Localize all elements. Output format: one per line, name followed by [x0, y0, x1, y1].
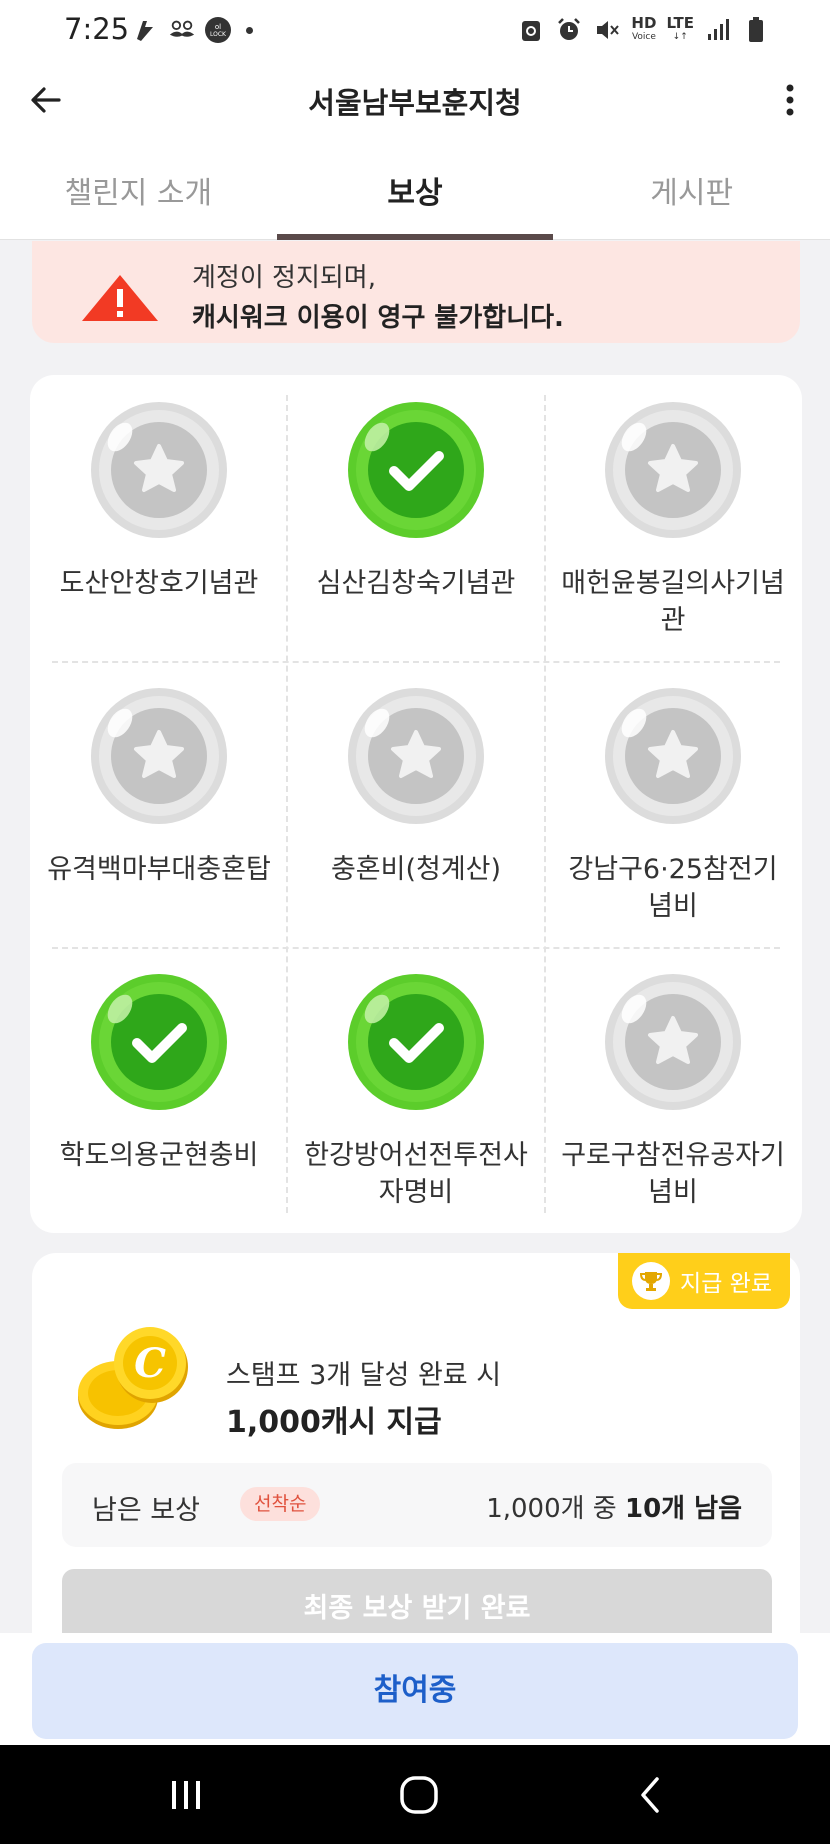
home-button[interactable] [389, 1769, 449, 1821]
stamp-label: 구로구참전유공자기념비 [561, 1140, 785, 1208]
status-right-icons: HD Voice LTE ↓↑ [517, 16, 770, 44]
stamp-label: 충혼비(청계산) [330, 854, 502, 885]
stamp-item[interactable]: 매헌윤봉길의사기념관 [544, 375, 802, 661]
svg-text:LOCK: LOCK [210, 31, 227, 38]
stamp-label: 강남구6·25참전기념비 [568, 854, 778, 922]
lte-icon: LTE ↓↑ [666, 14, 694, 43]
reward-card: 지급 완료 C 스탬프 3개 달성 완료 시 1,000캐시 지급 남은 보상 … [32, 1253, 800, 1633]
first-come-badge: 선착순 [240, 1487, 321, 1521]
remaining-count: 1,000개 중 10개 남음 [486, 1494, 742, 1524]
warning-line-1: 계정이 정지되며, [192, 263, 376, 293]
stamp-item[interactable]: 학도의용군현충비 [30, 947, 288, 1233]
warning-banner: 계정이 정지되며, 캐시워크 이용이 영구 불가합니다. [32, 241, 800, 343]
stamp-star-icon [90, 401, 228, 539]
tab-bar: 챌린지 소개 보상 게시판 [0, 140, 830, 240]
system-nav-bar [0, 1745, 830, 1844]
trophy-icon [632, 1262, 671, 1300]
stamp-star-icon [90, 687, 228, 825]
stamp-check-icon [347, 973, 485, 1111]
stamp-grid: 도산안창호기념관 심산김창숙기념관 매헌윤봉길의사기념관 유격백마부대충혼탑 충… [30, 375, 802, 1233]
recent-apps-icon [172, 1781, 200, 1809]
cashwalk-icon [132, 16, 160, 44]
notification-dot [246, 26, 253, 34]
stamp-item[interactable]: 유격백마부대충혼탑 [30, 661, 288, 947]
stamp-item[interactable]: 강남구6·25참전기념비 [544, 661, 802, 947]
status-bar: 7:25 ol LOCK HD Voice LTE ↓↑ [0, 0, 830, 60]
warning-icon [82, 275, 158, 321]
more-vertical-icon [786, 84, 794, 116]
svg-text:C: C [134, 1340, 166, 1387]
mute-icon [593, 16, 621, 44]
page-title: 서울남부보훈지청 [308, 86, 522, 120]
status-left-icons: ol LOCK [132, 16, 253, 44]
stamp-star-icon [604, 401, 742, 539]
reward-condition: 스탬프 3개 달성 완료 시 [226, 1360, 502, 1391]
claim-complete-button[interactable]: 최종 보상 받기 완료 [62, 1569, 772, 1633]
stamp-label: 심산김창숙기념관 [316, 568, 516, 599]
recycle-icon [517, 16, 545, 44]
battery-icon [742, 16, 770, 44]
more-button[interactable] [766, 76, 814, 124]
lock-screen-icon: ol LOCK [204, 16, 232, 44]
tab-reward[interactable]: 보상 [276, 140, 554, 240]
bottom-cta-area: 참여중 [0, 1633, 830, 1745]
stamp-star-icon [604, 687, 742, 825]
stamp-check-icon [90, 973, 228, 1111]
stamp-star-icon [604, 973, 742, 1111]
stamp-item[interactable]: 도산안창호기념관 [30, 375, 288, 661]
content-scroll[interactable]: 계정이 정지되며, 캐시워크 이용이 영구 불가합니다. 도산안창호기념관 심산… [0, 241, 830, 1633]
stamp-label: 도산안창호기념관 [59, 568, 259, 599]
remaining-reward-box: 남은 보상 선착순 1,000개 중 10개 남음 [62, 1463, 772, 1547]
stamp-item[interactable]: 심산김창숙기념관 [287, 375, 545, 661]
stamp-label: 유격백마부대충혼탑 [47, 854, 271, 885]
participating-button[interactable]: 참여중 [32, 1643, 798, 1739]
stamp-item[interactable]: 한강방어선전투전사자명비 [287, 947, 545, 1233]
cash-coins-icon: C [78, 1327, 188, 1429]
stamp-item[interactable]: 충혼비(청계산) [287, 661, 545, 947]
stamp-check-icon [347, 401, 485, 539]
tab-challenge-intro[interactable]: 챌린지 소개 [0, 140, 277, 239]
alarm-icon [555, 16, 583, 44]
nav-back-button[interactable] [620, 1769, 680, 1821]
app-bar: 서울남부보훈지청 [0, 60, 830, 140]
payment-complete-badge: 지급 완료 [618, 1253, 790, 1309]
hd-voice-icon: HD Voice [631, 14, 657, 43]
home-icon [400, 1776, 438, 1814]
badge-label: 지급 완료 [680, 1271, 772, 1297]
svg-text:ol: ol [215, 23, 221, 31]
stamp-star-icon [347, 687, 485, 825]
stamp-item[interactable]: 구로구참전유공자기념비 [544, 947, 802, 1233]
mustache-icon [168, 16, 196, 44]
chevron-left-icon [641, 1777, 659, 1813]
recent-apps-button[interactable] [156, 1769, 216, 1821]
remaining-label: 남은 보상 [92, 1495, 200, 1526]
tab-board[interactable]: 게시판 [553, 140, 830, 239]
stamp-label: 매헌윤봉길의사기념관 [561, 568, 785, 636]
status-time: 7:25 [64, 12, 130, 46]
stamp-label: 한강방어선전투전사자명비 [304, 1140, 528, 1208]
signal-icon [704, 16, 732, 44]
warning-line-2: 캐시워크 이용이 영구 불가합니다. [192, 303, 564, 333]
stamp-label: 학도의용군현충비 [59, 1140, 259, 1171]
reward-amount: 1,000캐시 지급 [226, 1405, 442, 1440]
